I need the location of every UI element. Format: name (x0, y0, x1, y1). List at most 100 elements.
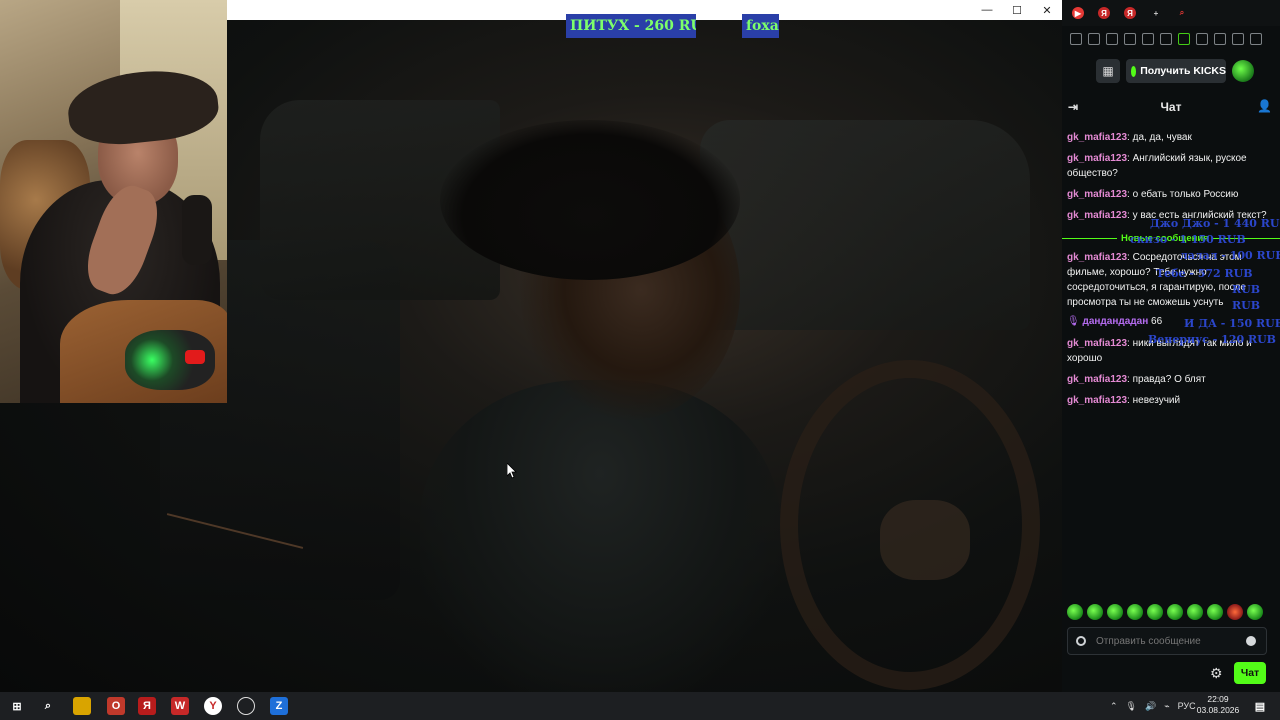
emote-bar (1067, 604, 1277, 622)
minimize-icon[interactable]: — (973, 0, 1001, 20)
chat-username[interactable]: gk_mafia123 (1067, 153, 1127, 164)
emote-icon[interactable] (1127, 604, 1143, 620)
chat-message-input[interactable] (1096, 635, 1236, 647)
maximize-icon[interactable]: ☐ (1003, 0, 1031, 20)
yandex-browser-icon[interactable]: Y (204, 697, 222, 715)
chat-message: gk_mafia123: ники выглядят так мило и хо… (1067, 336, 1275, 366)
zoom-icon[interactable]: Z (270, 697, 288, 715)
chat-title: Чат (1160, 100, 1182, 114)
new-tab-icon[interactable]: + (1150, 7, 1162, 19)
chat-username[interactable]: gk_mafia123 (1067, 210, 1127, 221)
puzzle-icon[interactable] (1196, 33, 1208, 45)
gift-icon[interactable]: ▦ (1096, 59, 1120, 83)
chat-input-box[interactable] (1067, 627, 1267, 655)
app-icon[interactable]: W (171, 697, 189, 715)
chat-username[interactable]: gk_mafia123 (1067, 395, 1127, 406)
folder-icon[interactable] (73, 697, 91, 715)
emote-icon[interactable] (1227, 604, 1243, 620)
send-chat-button[interactable]: Чат (1234, 662, 1266, 684)
clock-date: 03.08.2026 (1196, 705, 1240, 715)
browser-tabs: ▶ Я Я + ⌕ (1062, 0, 1280, 26)
chat-message: gk_mafia123: правда? О блят (1067, 372, 1275, 387)
user-avatar[interactable] (1232, 60, 1254, 82)
chat-text: : да, да, чувак (1127, 132, 1192, 143)
chat-badge-icon[interactable] (1076, 636, 1086, 646)
language-indicator[interactable]: РУС (1178, 701, 1196, 711)
kicks-icon (1131, 65, 1137, 77)
notification-icon[interactable]: ▤ (1251, 697, 1269, 715)
menu-icon[interactable] (1250, 33, 1262, 45)
play-icon[interactable] (1142, 33, 1154, 45)
emote-icon[interactable] (1107, 604, 1123, 620)
chat-text: : правда? О блят (1127, 374, 1206, 385)
emote-icon[interactable] (1087, 604, 1103, 620)
chat-username[interactable]: дандандадан (1082, 316, 1148, 327)
chat-text: : у вас есть английский текст? (1127, 210, 1267, 221)
chat-message: gk_mafia123: да, да, чувак (1067, 130, 1275, 145)
youtube-tab-icon[interactable]: ▶ (1072, 7, 1084, 19)
kick-header: ▦ Получить KICKS (1062, 58, 1280, 84)
emote-icon[interactable] (1247, 604, 1263, 620)
person-hair (440, 120, 740, 280)
shield-icon[interactable] (1106, 33, 1118, 45)
bookmark-icon[interactable] (1070, 33, 1082, 45)
chat-panel: ▶ Я Я + ⌕ ▦ Получить KICKS ⇥ Чат 👤 gk_ma… (1062, 0, 1280, 692)
clock-time: 22:09 (1207, 694, 1229, 704)
chat-message: 🎙 дандандадан 66 (1067, 314, 1275, 329)
network-icon[interactable]: ⌁ (1164, 701, 1169, 712)
search-icon[interactable]: ⌕ (1176, 7, 1188, 19)
yandex-tab-icon-2[interactable]: Я (1124, 7, 1136, 19)
emoji-icon[interactable] (1246, 636, 1256, 646)
opera-icon[interactable]: O (107, 697, 125, 715)
start-icon[interactable]: ⊞ (8, 697, 26, 715)
yandex-icon[interactable]: Я (138, 697, 156, 715)
collapse-chat-icon[interactable]: ⇥ (1068, 100, 1078, 114)
microphone (182, 195, 212, 265)
translate-icon[interactable] (1124, 33, 1136, 45)
clock[interactable]: 22:09 03.08.2026 (1196, 694, 1240, 716)
chat-message: gk_mafia123: Английский язык, руское общ… (1067, 151, 1275, 181)
chat-message: gk_mafia123: Сосредоточься на этом фильм… (1067, 250, 1275, 310)
chat-header: ⇥ Чат 👤 (1062, 94, 1280, 120)
emote-icon[interactable] (1067, 604, 1083, 620)
screen: — ☐ ✕ ПИТУХ - 260 RUB foxap ▶ Я Я + ⌕ (0, 0, 1280, 720)
emote-icon[interactable] (1187, 604, 1203, 620)
system-tray: ⌃ 🎙 🔊 ⌁ РУС (1110, 692, 1196, 720)
donation-name-tag: foxap (742, 14, 779, 38)
emote-icon[interactable] (1147, 604, 1163, 620)
search-icon[interactable]: ⌕ (39, 697, 57, 715)
volume-icon[interactable]: 🔊 (1145, 701, 1156, 712)
chat-username[interactable]: gk_mafia123 (1067, 338, 1127, 349)
steering-wheel-hub (880, 500, 970, 580)
mic-badge-icon: 🎙 (1067, 316, 1080, 327)
chat-username[interactable]: gk_mafia123 (1067, 132, 1127, 143)
chat-actions: ⚙ Чат (1062, 662, 1280, 684)
chat-username[interactable]: gk_mafia123 (1067, 374, 1127, 385)
favorite-icon[interactable] (1160, 33, 1172, 45)
chat-text: 66 (1151, 316, 1163, 327)
emote-icon[interactable] (1207, 604, 1223, 620)
chat-messages[interactable]: gk_mafia123: да, да, чувак gk_mafia123: … (1062, 128, 1280, 588)
close-icon[interactable]: ✕ (1033, 0, 1061, 20)
chat-username[interactable]: gk_mafia123 (1067, 252, 1127, 263)
profile-icon[interactable] (1232, 33, 1244, 45)
get-kicks-button[interactable]: Получить KICKS (1126, 59, 1226, 83)
webcam-feed (0, 0, 227, 403)
obs-icon[interactable] (237, 697, 255, 715)
chevron-up-icon[interactable]: ⌃ (1110, 701, 1118, 712)
download-icon[interactable] (1214, 33, 1226, 45)
chat-text: : о ебать только Россию (1127, 189, 1239, 200)
chat-username[interactable]: gk_mafia123 (1067, 189, 1127, 200)
mic-icon[interactable]: 🎙 (1126, 701, 1137, 712)
emote-icon[interactable] (1167, 604, 1183, 620)
donation-alert: ПИТУХ - 260 RUB (566, 14, 696, 38)
users-icon[interactable]: 👤 (1257, 99, 1272, 113)
get-kicks-label: Получить KICKS (1140, 65, 1226, 77)
chat-message: gk_mafia123: о ебать только Россию (1067, 187, 1275, 202)
extension-icon[interactable] (1178, 33, 1190, 45)
gaming-mouse-light (185, 350, 205, 364)
yandex-tab-icon[interactable]: Я (1098, 7, 1110, 19)
chat-message: gk_mafia123: невезучий (1067, 393, 1275, 408)
gear-icon[interactable]: ⚙ (1210, 665, 1223, 682)
screenshot-icon[interactable] (1088, 33, 1100, 45)
